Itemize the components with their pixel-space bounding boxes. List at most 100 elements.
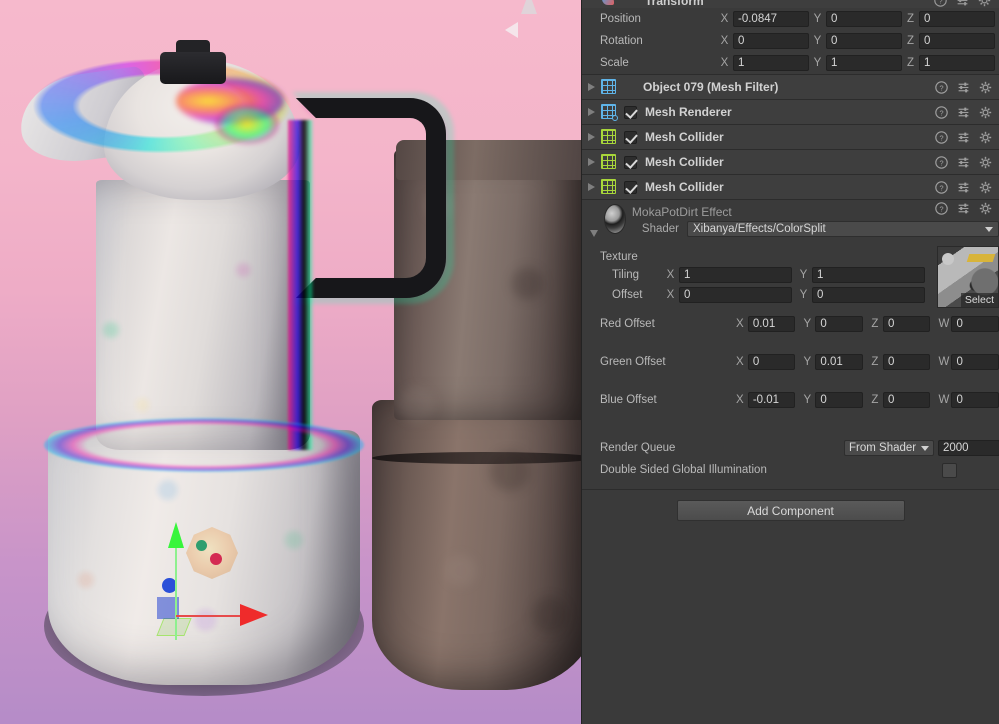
shader-row[interactable]: Shader Xibanya/Effects/ColorSplit <box>632 221 999 237</box>
scale-x[interactable]: X 1 <box>720 55 809 71</box>
axis-label-y: Y <box>799 269 808 281</box>
gear-icon[interactable] <box>979 131 992 144</box>
expand-arrow-icon[interactable] <box>588 183 595 191</box>
scene-orientation-gizmo-x-cone[interactable] <box>505 22 518 38</box>
axis-label-x: X <box>735 394 744 406</box>
add-component-button[interactable]: Add Component <box>676 500 905 521</box>
component-row-mesh-filter[interactable]: Object 079 (Mesh Filter) ? <box>582 75 999 99</box>
transform-scale-row[interactable]: Scale X 1 Y 1 Z 1 <box>582 52 999 74</box>
rotation-y-input[interactable]: 0 <box>826 33 902 49</box>
help-icon[interactable]: ? <box>935 180 948 194</box>
green-offset-w-input[interactable]: 0 <box>951 354 999 370</box>
shader-dropdown[interactable]: Xibanya/Effects/ColorSplit <box>687 221 999 237</box>
scale-z[interactable]: Z 1 <box>906 55 995 71</box>
scene-view[interactable] <box>0 0 581 724</box>
transform-rotation-row[interactable]: Rotation X 0 Y 0 Z 0 <box>582 30 999 52</box>
help-icon[interactable]: ? <box>935 105 948 119</box>
transform-position-row[interactable]: Position X -0.0847 Y 0 Z 0 <box>582 8 999 30</box>
double-sided-gi-row[interactable]: Double Sided Global Illumination <box>582 459 999 481</box>
material-inspector[interactable]: MokaPotDirt Effect Shader Xibanya/Effect… <box>582 200 999 521</box>
tiling-x-input[interactable]: 1 <box>679 267 792 283</box>
rotation-x-input[interactable]: 0 <box>733 33 809 49</box>
position-z[interactable]: Z 0 <box>906 11 995 27</box>
component-enabled-checkbox[interactable] <box>624 105 637 119</box>
preset-icon[interactable] <box>957 106 970 119</box>
position-x[interactable]: X -0.0847 <box>720 11 809 27</box>
blue-offset-x-input[interactable]: -0.01 <box>747 392 796 408</box>
preset-icon[interactable] <box>957 202 970 215</box>
help-icon[interactable]: ? <box>935 130 948 144</box>
blue-offset-w-input[interactable]: 0 <box>951 392 999 408</box>
offset-y-input[interactable]: 0 <box>812 287 925 303</box>
rotation-z[interactable]: Z 0 <box>906 33 995 49</box>
move-gizmo-y-arrow[interactable] <box>168 522 184 548</box>
preset-icon[interactable] <box>957 156 970 169</box>
green-offset-z-input[interactable]: 0 <box>882 354 931 370</box>
gear-icon[interactable] <box>979 181 992 194</box>
rotation-x[interactable]: X 0 <box>720 33 809 49</box>
render-queue-dropdown[interactable]: From Shader <box>844 440 934 456</box>
scene-orientation-gizmo-y-cone[interactable] <box>521 0 537 14</box>
help-icon[interactable]: ? <box>935 155 948 169</box>
render-queue-row[interactable]: Render Queue From Shader 2000 <box>582 437 999 459</box>
red-offset-y-input[interactable]: 0 <box>815 316 863 332</box>
preset-icon[interactable] <box>957 181 970 194</box>
green-offset-y-input[interactable]: 0.01 <box>815 354 863 370</box>
rotation-z-input[interactable]: 0 <box>919 33 995 49</box>
preset-icon[interactable] <box>956 0 969 7</box>
scale-z-input[interactable]: 1 <box>919 55 995 71</box>
component-enabled-checkbox[interactable] <box>624 130 637 144</box>
component-enabled-checkbox[interactable] <box>624 180 637 194</box>
blue-offset-row[interactable]: Blue Offset X -0.01 Y 0 Z 0 W 0 <box>582 381 999 419</box>
red-offset-x-input[interactable]: 0.01 <box>747 316 796 332</box>
expand-arrow-icon[interactable] <box>588 158 595 166</box>
offset-x-input[interactable]: 0 <box>679 287 792 303</box>
green-offset-x-input[interactable]: 0 <box>747 354 796 370</box>
expand-arrow-icon[interactable] <box>588 83 595 91</box>
position-y-input[interactable]: 0 <box>826 11 902 27</box>
texture-select-button[interactable]: Select <box>960 293 998 307</box>
help-icon[interactable]: ? <box>935 201 948 215</box>
gear-icon[interactable] <box>979 106 992 119</box>
blue-offset-y-input[interactable]: 0 <box>815 392 863 408</box>
green-offset-row[interactable]: Green Offset X 0 Y 0.01 Z 0 W 0 <box>582 343 999 381</box>
scale-x-input[interactable]: 1 <box>733 55 809 71</box>
scale-y[interactable]: Y 1 <box>813 55 902 71</box>
material-foldout-arrow[interactable] <box>590 230 598 237</box>
position-x-input[interactable]: -0.0847 <box>733 11 809 27</box>
preset-icon[interactable] <box>957 81 970 94</box>
shader-value: Xibanya/Effects/ColorSplit <box>693 223 826 235</box>
preset-icon[interactable] <box>957 131 970 144</box>
position-z-input[interactable]: 0 <box>919 11 995 27</box>
move-gizmo-x-arrow[interactable] <box>240 604 268 626</box>
red-offset-row[interactable]: Red Offset X 0.01 Y 0 Z 0 W 0 <box>582 305 999 343</box>
material-header[interactable]: MokaPotDirt Effect Shader Xibanya/Effect… <box>582 201 999 246</box>
component-row-mesh-collider-1[interactable]: Mesh Collider ? <box>582 125 999 149</box>
gear-icon[interactable] <box>979 202 992 215</box>
transform-component-header[interactable]: Transform ? <box>582 0 999 8</box>
tiling-y-input[interactable]: 1 <box>812 267 925 283</box>
gear-icon[interactable] <box>979 81 992 94</box>
inspector-panel[interactable]: Transform ? Position X -0.0847 Y 0 Z 0 R… <box>581 0 999 724</box>
help-icon[interactable]: ? <box>935 80 948 94</box>
component-row-mesh-collider-2[interactable]: Mesh Collider ? <box>582 150 999 174</box>
red-offset-w-input[interactable]: 0 <box>951 316 999 332</box>
expand-arrow-icon[interactable] <box>588 108 595 116</box>
render-queue-value-input[interactable]: 2000 <box>938 440 999 456</box>
red-offset-z-input[interactable]: 0 <box>882 316 931 332</box>
double-sided-gi-checkbox[interactable] <box>942 463 957 478</box>
scale-y-input[interactable]: 1 <box>826 55 902 71</box>
texture-preview-thumbnail[interactable]: Select <box>937 246 999 308</box>
component-row-mesh-renderer[interactable]: Mesh Renderer ? <box>582 100 999 124</box>
expand-arrow-icon[interactable] <box>588 133 595 141</box>
rotate-gizmo-red-dot[interactable] <box>210 553 222 565</box>
rotate-gizmo-green-dot[interactable] <box>196 540 207 551</box>
rotation-y[interactable]: Y 0 <box>813 33 902 49</box>
position-y[interactable]: Y 0 <box>813 11 902 27</box>
gear-icon[interactable] <box>978 0 991 7</box>
help-icon[interactable]: ? <box>934 0 947 7</box>
gear-icon[interactable] <box>979 156 992 169</box>
component-enabled-checkbox[interactable] <box>624 155 637 169</box>
blue-offset-label: Blue Offset <box>600 394 657 406</box>
blue-offset-z-input[interactable]: 0 <box>882 392 931 408</box>
